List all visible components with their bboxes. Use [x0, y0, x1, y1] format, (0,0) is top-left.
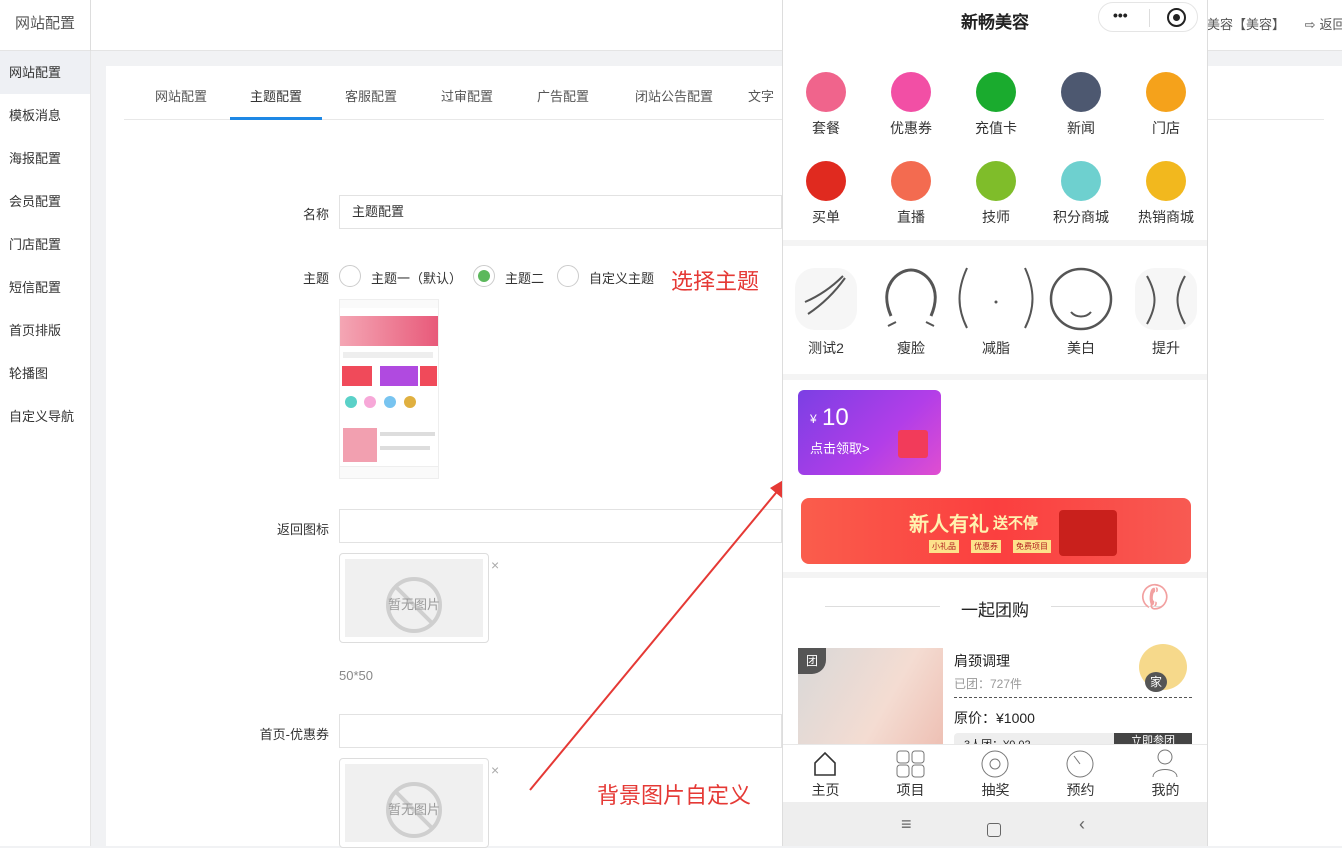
- banner-sub: 送不停: [993, 515, 1039, 532]
- grid-item-hot-mall[interactable]: 热销商城: [1123, 161, 1209, 227]
- newcomer-banner[interactable]: 新人有礼 送不停 小礼品 优惠券 免费项目: [801, 498, 1191, 564]
- red-envelope-icon: [898, 430, 928, 458]
- feature-whitening[interactable]: 美白: [1038, 266, 1124, 356]
- lift-icon: [1135, 268, 1197, 330]
- tab-home[interactable]: 主页: [783, 745, 868, 798]
- grid-item-package[interactable]: 套餐: [783, 72, 869, 138]
- user-icon: [1152, 749, 1178, 778]
- document-icon: [1061, 72, 1101, 112]
- card-icon: [976, 72, 1016, 112]
- grid-item-recharge[interactable]: 充值卡: [953, 72, 1039, 138]
- product-original-price: 原价：¥1000: [954, 710, 1035, 726]
- product-name[interactable]: 肩颈调理: [954, 651, 1010, 671]
- coupon-card[interactable]: ¥ 10 点击领取>: [798, 390, 941, 475]
- product-divider: [954, 697, 1192, 698]
- shop-front-icon: [1146, 161, 1186, 201]
- icon-grid: 套餐 优惠券 充值卡 新闻 门店 买单 直播 技师 积分商城 热销商城: [783, 57, 1207, 240]
- product-image[interactable]: 团: [798, 648, 943, 744]
- coupon-action: 点击领取>: [810, 441, 870, 456]
- menu-icon[interactable]: ≡: [901, 814, 912, 835]
- tab-items[interactable]: 项目: [868, 745, 953, 798]
- clock-icon: [1066, 750, 1094, 778]
- lottery-icon: [981, 750, 1009, 778]
- coupon-amount: 10: [822, 404, 849, 431]
- home-icon: [814, 751, 836, 776]
- join-group-button[interactable]: 立即参团: [1114, 733, 1192, 744]
- waist-icon: [958, 267, 1034, 329]
- mini-program-capsule: •••: [1098, 2, 1198, 32]
- back-icon[interactable]: ‹: [1079, 814, 1085, 835]
- phone-tabbar: 主页 项目 抽奖 预约 我的: [783, 744, 1207, 802]
- smile-face-icon: [1049, 267, 1113, 331]
- wallet-icon: [806, 161, 846, 201]
- gift-box-icon: [1059, 510, 1117, 556]
- shop-icon: [1061, 161, 1101, 201]
- banner-tag-free: 免费项目: [1013, 540, 1051, 553]
- more-icon[interactable]: •••: [1113, 7, 1128, 23]
- play-icon: [891, 161, 931, 201]
- grid-item-coupon[interactable]: 优惠券: [868, 72, 954, 138]
- grid-item-pay[interactable]: 买单: [783, 161, 869, 227]
- tab-lottery[interactable]: 抽奖: [953, 745, 1038, 798]
- home-square-icon[interactable]: [987, 823, 1001, 837]
- grid-item-store[interactable]: 门店: [1123, 72, 1209, 138]
- phone-preview: 新畅美容 ••• 套餐 优惠券 充值卡 新闻 门店 买单 直播 技师 积分商城 …: [782, 0, 1208, 846]
- grid-icon: [896, 750, 925, 778]
- feature-test[interactable]: 测试2: [783, 266, 869, 356]
- tab-booking[interactable]: 预约: [1038, 745, 1123, 798]
- coupon-currency: ¥: [810, 412, 817, 426]
- gift-icon: [806, 72, 846, 112]
- person-icon: [976, 161, 1016, 201]
- face-contour-icon: [885, 268, 937, 327]
- banner-tag-gift: 小礼品: [929, 540, 959, 553]
- grid-item-points-mall[interactable]: 积分商城: [1038, 161, 1124, 227]
- annotation-bg-custom: 背景图片自定义: [597, 783, 752, 808]
- feature-lift[interactable]: 提升: [1123, 266, 1209, 356]
- phone-header: 新畅美容 •••: [783, 0, 1207, 57]
- android-nav-bar: ≡ ‹: [783, 802, 1207, 846]
- grid-item-technician[interactable]: 技师: [953, 161, 1039, 227]
- face-line-icon: [795, 268, 857, 330]
- home-badge[interactable]: 家: [1145, 672, 1167, 692]
- group-price-bar: 3人团：¥0.02 立即参团: [954, 733, 1192, 744]
- feature-slim-face[interactable]: 瘦脸: [868, 266, 954, 356]
- coupon-icon: [891, 72, 931, 112]
- group-badge: 团: [798, 648, 826, 674]
- product-sold: 已团：727件: [954, 677, 1023, 691]
- close-target-icon[interactable]: [1167, 8, 1186, 27]
- banner-tag-coupon: 优惠券: [971, 540, 1001, 553]
- store-icon: [1146, 72, 1186, 112]
- feature-fat-loss[interactable]: 减脂: [953, 266, 1039, 356]
- tab-mine[interactable]: 我的: [1123, 745, 1208, 798]
- banner-title: 新人有礼: [909, 514, 989, 536]
- feature-row: 测试2 瘦脸 减脂 美白 提升: [783, 246, 1207, 374]
- grid-item-news[interactable]: 新闻: [1038, 72, 1124, 138]
- grid-item-live[interactable]: 直播: [868, 161, 954, 227]
